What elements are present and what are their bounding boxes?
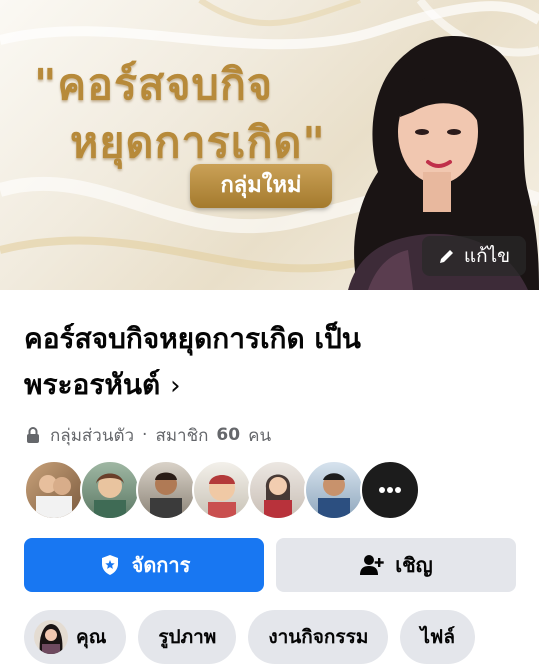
shield-star-icon [101,555,118,575]
member-avatars[interactable] [24,460,420,520]
meta-separator: · [142,425,148,445]
members-count: 60 [216,425,241,445]
tab-you[interactable]: คุณ [24,610,127,664]
tab-label: คุณ [76,626,107,648]
avatar[interactable] [80,460,140,520]
group-name-line2: พระอรหันต์ [24,368,161,401]
privacy-label: กลุ่มส่วนตัว [50,425,135,446]
group-tabs: คุณ รูปภาพ งานกิจกรรม ไฟล์ [24,610,475,664]
avatar[interactable] [192,460,252,520]
pencil-icon [439,250,453,263]
tab-events[interactable]: งานกิจกรรม [248,610,389,664]
avatar[interactable] [304,460,364,520]
group-cover-photo[interactable]: "คอร์สจบกิจ หยุดการเกิด" กลุ่มใหม่ แก้ไข [0,0,539,290]
edit-cover-label: แก้ไข [463,245,511,267]
tab-label: งานกิจกรรม [268,626,369,648]
cover-tag: กลุ่มใหม่ [190,164,332,208]
group-name-line1: คอร์สจบกิจหยุดการเกิด เป็น [24,322,361,355]
avatar [34,620,68,654]
invite-button[interactable]: เชิญ [276,538,516,592]
tab-files[interactable]: ไฟล์ [400,610,475,664]
edit-cover-button[interactable]: แก้ไข [422,236,526,276]
tab-photos[interactable]: รูปภาพ [138,610,237,664]
members-label[interactable]: สมาชิก [155,422,208,449]
chevron-right-icon: › [170,371,181,401]
tab-label: ไฟล์ [420,626,455,648]
manage-button-label: จัดการ [131,553,191,577]
manage-button[interactable]: จัดการ [24,538,264,592]
lock-icon [27,427,39,443]
tab-label: รูปภาพ [158,626,217,648]
group-meta: กลุ่มส่วนตัว · สมาชิก 60 คน [24,423,271,447]
members-unit: คน [248,425,272,446]
more-dots-icon [379,487,401,493]
avatar[interactable] [24,460,84,520]
group-name[interactable]: คอร์สจบกิจหยุดการเกิด เป็น พระอรหันต์ › [24,316,524,409]
more-members-button[interactable] [360,460,420,520]
add-person-icon [360,555,384,575]
avatar[interactable] [136,460,196,520]
avatar[interactable] [248,460,308,520]
invite-button-label: เชิญ [395,553,433,577]
